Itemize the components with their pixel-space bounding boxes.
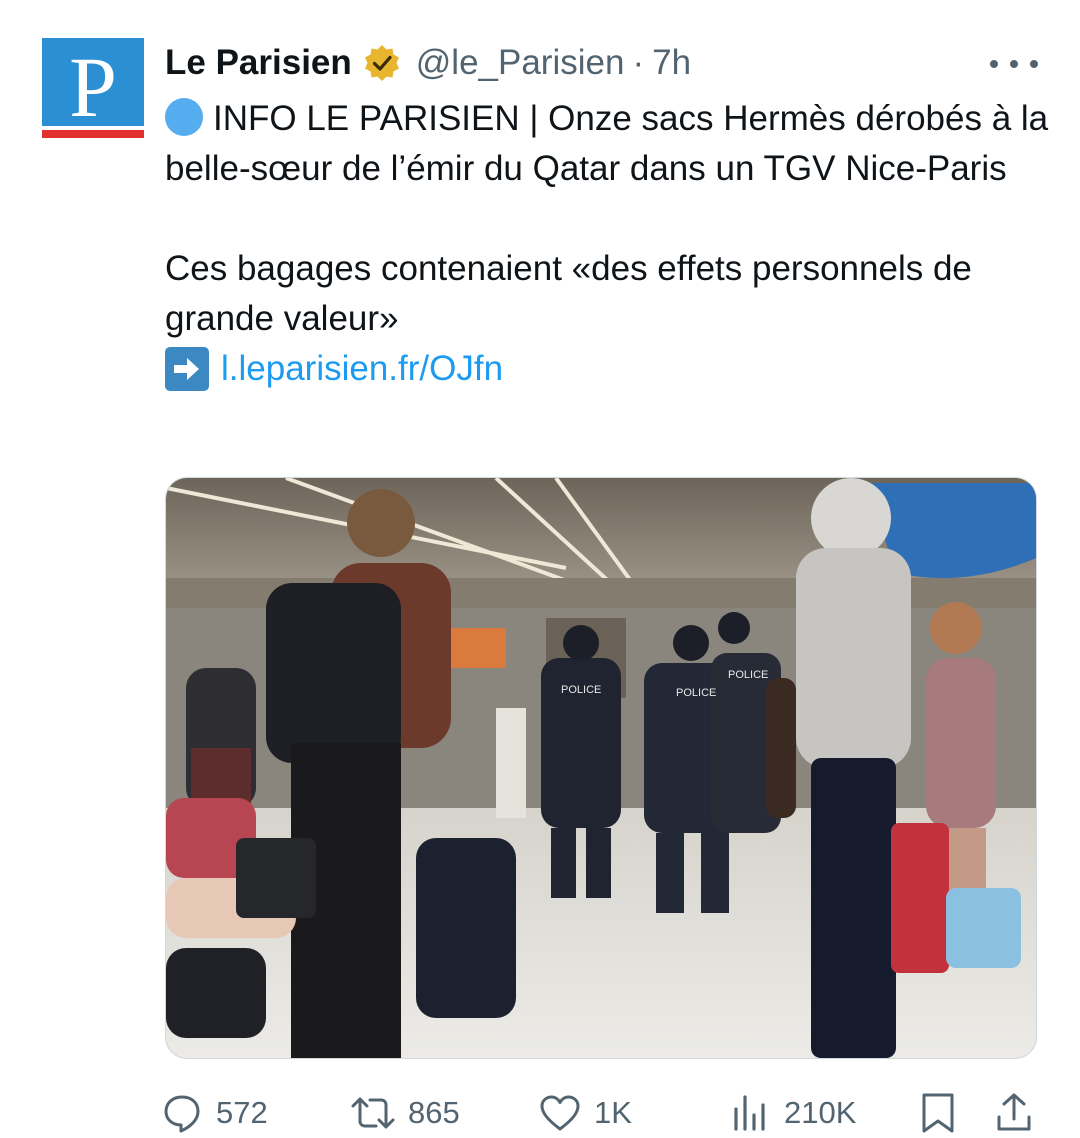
- avatar-stripe-red: [42, 130, 144, 138]
- display-name[interactable]: Le Parisien: [165, 43, 352, 83]
- tweet-link[interactable]: l.leparisien.fr/OJfn: [221, 344, 503, 394]
- photo-police-station-scene: POLICE POLICE POLICE: [166, 478, 1036, 1058]
- views-count: 210K: [784, 1095, 857, 1130]
- more-dot: [1010, 60, 1018, 68]
- more-dot: [990, 60, 998, 68]
- link-row: l.leparisien.fr/OJfn: [165, 344, 1055, 394]
- police-label: POLICE: [561, 684, 601, 696]
- share-button[interactable]: [994, 1088, 1046, 1138]
- bookmark-button[interactable]: [918, 1088, 970, 1138]
- like-count: 1K: [594, 1095, 632, 1130]
- avatar-letter: P: [69, 39, 117, 135]
- bookmark-icon: [922, 1093, 954, 1133]
- tweet-actions: 572 865 1K 210K: [160, 1088, 1040, 1138]
- reply-button[interactable]: 572: [160, 1088, 268, 1138]
- right-arrow-emoji-icon: [165, 347, 209, 391]
- tweet-headline-line: INFO LE PARISIEN | Onze sacs Hermès déro…: [165, 94, 1055, 194]
- separator-dot: ·: [632, 43, 645, 82]
- tweet-text: INFO LE PARISIEN | Onze sacs Hermès déro…: [165, 94, 1055, 394]
- avatar[interactable]: P: [42, 38, 144, 138]
- views-chart-icon: [734, 1095, 765, 1131]
- share-icon: [997, 1093, 1031, 1131]
- retweet-icon: [351, 1097, 395, 1129]
- timestamp[interactable]: 7h: [652, 43, 691, 83]
- more-options-icon[interactable]: [990, 52, 1038, 76]
- tweet-header: Le Parisien @le_Parisien · 7h: [165, 40, 691, 86]
- reply-icon: [164, 1095, 200, 1133]
- like-button[interactable]: 1K: [538, 1088, 632, 1138]
- tweet-headline: INFO LE PARISIEN | Onze sacs Hermès déro…: [165, 99, 1049, 188]
- retweet-button[interactable]: 865: [350, 1088, 460, 1138]
- tweet-body: Ces bagages contenaient «des effets pers…: [165, 249, 972, 338]
- police-label: POLICE: [676, 687, 716, 699]
- more-dot: [1030, 60, 1038, 68]
- tweet-photo[interactable]: POLICE POLICE POLICE: [165, 477, 1037, 1059]
- heart-icon: [540, 1095, 580, 1131]
- police-label: POLICE: [728, 669, 768, 681]
- blue-circle-emoji-icon: [165, 98, 203, 136]
- reply-count: 572: [216, 1095, 268, 1130]
- retweet-count: 865: [408, 1095, 460, 1130]
- handle[interactable]: @le_Parisien: [416, 43, 625, 83]
- tweet[interactable]: P Le Parisien @le_Parisien · 7h INFO LE …: [0, 0, 1080, 1138]
- views-button[interactable]: 210K: [728, 1088, 856, 1138]
- gold-verified-badge-icon[interactable]: [362, 43, 402, 83]
